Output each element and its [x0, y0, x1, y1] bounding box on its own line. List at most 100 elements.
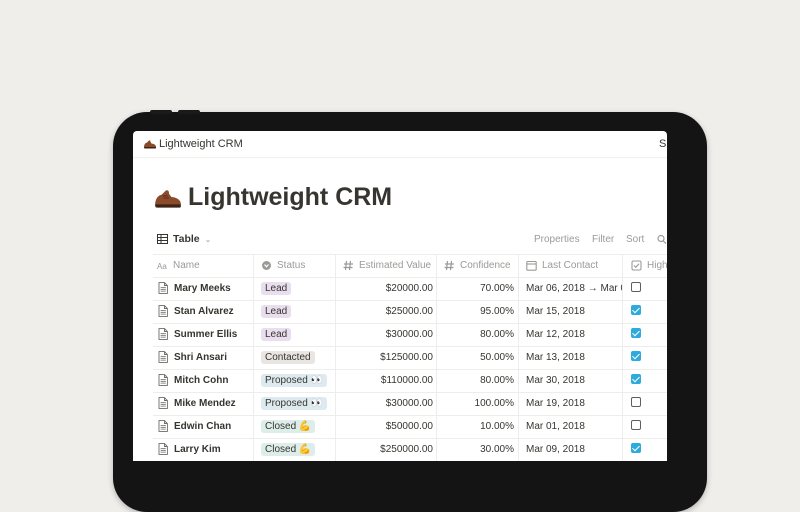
column-header-status[interactable]: Status [253, 255, 335, 277]
contact-name: Summer Ellis [174, 329, 238, 340]
last-contact-cell[interactable]: Mar 15, 2018 [518, 301, 622, 323]
page-icon [158, 374, 168, 387]
table-row[interactable]: Larry Kim Closed 💪 $250000.00 30.00% Mar… [153, 439, 667, 461]
name-cell[interactable]: Mike Mendez [153, 393, 253, 415]
page-icon [158, 305, 168, 318]
high-checkbox[interactable] [631, 374, 641, 385]
high-checkbox[interactable] [631, 351, 641, 362]
name-cell[interactable]: Edwin Chan [153, 416, 253, 438]
view-selector[interactable]: Table ⌄ [157, 233, 211, 245]
confidence-cell[interactable]: 80.00% [436, 324, 518, 346]
confidence-cell[interactable]: 30.00% [436, 439, 518, 461]
table-row[interactable]: Shri Ansari Contacted $125000.00 50.00% … [153, 347, 667, 370]
search-icon[interactable] [657, 234, 667, 246]
number-property-icon [444, 260, 454, 270]
status-badge: Lead [261, 282, 292, 295]
value-cell[interactable]: $125000.00 [335, 347, 436, 369]
confidence-cell[interactable]: 50.00% [436, 347, 518, 369]
calendar-icon [526, 260, 537, 271]
status-cell[interactable]: Lead [253, 301, 335, 323]
table-icon [157, 234, 168, 244]
high-cell[interactable] [622, 393, 667, 415]
value-cell[interactable]: $250000.00 [335, 439, 436, 461]
last-contact-cell[interactable]: Mar 19, 2018 [518, 393, 622, 415]
status-cell[interactable]: Contacted [253, 347, 335, 369]
table-row[interactable]: Stan Alvarez Lead $25000.00 95.00% Mar 1… [153, 301, 667, 324]
value-cell[interactable]: $30000.00 [335, 393, 436, 415]
high-cell[interactable] [622, 324, 667, 346]
high-checkbox[interactable] [631, 305, 641, 316]
status-cell[interactable]: Lead [253, 278, 335, 300]
svg-text:Aa: Aa [157, 262, 167, 271]
column-header-value[interactable]: Estimated Value [335, 255, 436, 277]
status-cell[interactable]: Proposed 👀 [253, 370, 335, 392]
name-cell[interactable]: Stan Alvarez [153, 301, 253, 323]
column-header-last-contact[interactable]: Last Contact [518, 255, 622, 277]
high-cell[interactable] [622, 370, 667, 392]
last-contact-cell[interactable]: Mar 06, 2018 → Mar 0 [518, 278, 622, 300]
number-property-icon [343, 260, 353, 270]
table-row[interactable]: Summer Ellis Lead $30000.00 80.00% Mar 1… [153, 324, 667, 347]
confidence-cell[interactable]: 80.00% [436, 370, 518, 392]
select-property-icon [262, 260, 271, 270]
value-cell[interactable]: $25000.00 [335, 301, 436, 323]
status-cell[interactable]: Proposed 👀 [253, 393, 335, 415]
page-icon [158, 420, 168, 433]
high-cell[interactable] [622, 347, 667, 369]
breadcrumb[interactable]: Lightweight CRM [159, 138, 243, 150]
status-badge: Lead [261, 305, 292, 318]
table-row[interactable]: Edwin Chan Closed 💪 $50000.00 10.00% Mar… [153, 416, 667, 439]
last-contact-cell[interactable]: Mar 13, 2018 [518, 347, 622, 369]
high-checkbox[interactable] [631, 397, 641, 408]
column-header-label: Estimated Value [359, 260, 432, 271]
value-cell[interactable]: $50000.00 [335, 416, 436, 438]
confidence-cell[interactable]: 100.00% [436, 393, 518, 415]
confidence-cell[interactable]: 10.00% [436, 416, 518, 438]
high-checkbox[interactable] [631, 328, 641, 339]
high-cell[interactable] [622, 278, 667, 300]
column-header-name[interactable]: Aa Name [153, 255, 253, 277]
high-checkbox[interactable] [631, 282, 641, 293]
share-button[interactable]: Sh [659, 138, 667, 150]
page-icon [158, 282, 168, 295]
crm-table: Aa Name Status Estimated Value Confidenc… [153, 254, 667, 461]
status-cell[interactable]: Lead [253, 324, 335, 346]
name-cell[interactable]: Summer Ellis [153, 324, 253, 346]
app-screen: Lightweight CRM Sh Lightweight CRM Table… [133, 131, 667, 461]
checkbox-property-icon [631, 260, 642, 271]
topbar: Lightweight CRM Sh [133, 131, 667, 158]
status-cell[interactable]: Closed 💪 [253, 416, 335, 438]
status-cell[interactable]: Closed 💪 [253, 439, 335, 461]
page-icon [158, 328, 168, 341]
confidence-cell[interactable]: 95.00% [436, 301, 518, 323]
contact-name: Mary Meeks [174, 283, 231, 294]
value-cell[interactable]: $110000.00 [335, 370, 436, 392]
chevron-down-icon: ⌄ [204, 234, 212, 244]
contact-name: Shri Ansari [174, 352, 227, 363]
column-header-high[interactable]: High [622, 255, 667, 277]
high-cell[interactable] [622, 416, 667, 438]
table-header: Aa Name Status Estimated Value Confidenc… [153, 254, 667, 278]
column-header-confidence[interactable]: Confidence [436, 255, 518, 277]
value-cell[interactable]: $20000.00 [335, 278, 436, 300]
name-cell[interactable]: Mitch Cohn [153, 370, 253, 392]
sort-button[interactable]: Sort [626, 234, 644, 245]
column-header-label: Confidence [460, 260, 511, 271]
name-cell[interactable]: Mary Meeks [153, 278, 253, 300]
properties-button[interactable]: Properties [534, 234, 580, 245]
table-row[interactable]: Mike Mendez Proposed 👀 $30000.00 100.00%… [153, 393, 667, 416]
table-row[interactable]: Mitch Cohn Proposed 👀 $110000.00 80.00% … [153, 370, 667, 393]
high-checkbox[interactable] [631, 420, 641, 431]
filter-button[interactable]: Filter [592, 234, 614, 245]
last-contact-cell[interactable]: Mar 09, 2018 [518, 439, 622, 461]
value-cell[interactable]: $30000.00 [335, 324, 436, 346]
last-contact-cell[interactable]: Mar 01, 2018 [518, 416, 622, 438]
name-cell[interactable]: Shri Ansari [153, 347, 253, 369]
table-row[interactable]: Mary Meeks Lead $20000.00 70.00% Mar 06,… [153, 278, 667, 301]
high-cell[interactable] [622, 301, 667, 323]
high-cell[interactable] [622, 439, 667, 461]
last-contact-cell[interactable]: Mar 12, 2018 [518, 324, 622, 346]
last-contact-cell[interactable]: Mar 30, 2018 [518, 370, 622, 392]
name-cell[interactable]: Larry Kim [153, 439, 253, 461]
confidence-cell[interactable]: 70.00% [436, 278, 518, 300]
